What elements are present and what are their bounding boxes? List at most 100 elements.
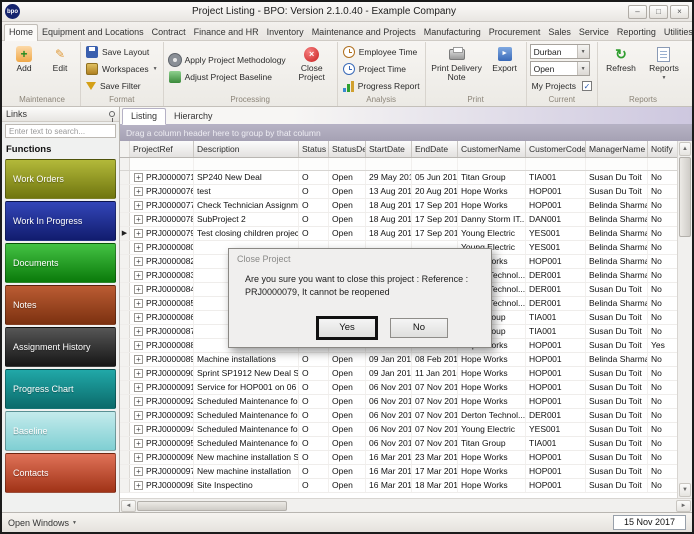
expand-icon[interactable]: + xyxy=(134,215,143,224)
expand-icon[interactable]: + xyxy=(134,425,143,434)
column-header-status[interactable]: Status xyxy=(299,141,329,157)
yes-button[interactable]: Yes xyxy=(318,318,376,338)
expand-icon[interactable]: + xyxy=(134,439,143,448)
no-button[interactable]: No xyxy=(390,318,448,338)
print-delivery-note-button[interactable]: Print Delivery Note xyxy=(429,43,485,94)
scrollbar-thumb[interactable] xyxy=(137,501,287,511)
close-button[interactable]: × xyxy=(670,5,689,19)
open-windows-dropdown[interactable]: Open Windows ▼ xyxy=(8,518,77,528)
close-project-button[interactable]: × Close Project xyxy=(290,43,334,94)
table-row[interactable]: +PRJ0000094Scheduled Maintenance for YE.… xyxy=(120,423,677,437)
ribbon-tab-finance-and-hr[interactable]: Finance and HR xyxy=(190,25,263,40)
apply-project-methodology-button[interactable]: Apply Project Methodology xyxy=(167,53,288,68)
site-dropdown[interactable]: Durban ▼ xyxy=(530,44,590,59)
ribbon-tab-service[interactable]: Service xyxy=(575,25,613,40)
ribbon-tab-manufacturing[interactable]: Manufacturing xyxy=(420,25,485,40)
expand-icon[interactable]: + xyxy=(134,313,143,322)
ribbon-tab-maintenance-and-projects[interactable]: Maintenance and Projects xyxy=(308,25,420,40)
expand-icon[interactable]: + xyxy=(134,481,143,490)
ribbon-tab-procurement[interactable]: Procurement xyxy=(485,25,545,40)
function-baseline[interactable]: Baseline xyxy=(5,411,116,451)
column-header-description[interactable]: Description xyxy=(194,141,299,157)
ribbon-tab-utilities[interactable]: Utilities xyxy=(660,25,694,40)
tab-hierarchy[interactable]: Hierarchy xyxy=(166,109,221,124)
expand-icon[interactable]: + xyxy=(134,411,143,420)
table-row[interactable]: +PRJ0000095Scheduled Maintenance for TIA… xyxy=(120,437,677,451)
function-assignment-history[interactable]: Assignment History xyxy=(5,327,116,367)
column-header-notify[interactable]: Notify xyxy=(648,141,676,157)
expand-icon[interactable]: + xyxy=(134,397,143,406)
table-row[interactable]: +PRJ0000089Machine installationsOOpen09 … xyxy=(120,353,677,367)
expand-icon[interactable]: + xyxy=(134,257,143,266)
table-row[interactable]: +PRJ0000097New machine installationOOpen… xyxy=(120,465,677,479)
employee-time-button[interactable]: Employee Time xyxy=(341,44,422,59)
expand-icon[interactable]: + xyxy=(134,229,143,238)
refresh-button[interactable]: ↻ Refresh xyxy=(601,43,641,94)
table-row[interactable]: +PRJ0000076testOOpen13 Aug 201420 Aug 20… xyxy=(120,185,677,199)
column-header-statusdesc[interactable]: StatusDesc xyxy=(329,141,366,157)
column-header-customercode[interactable]: CustomerCode xyxy=(526,141,586,157)
table-row[interactable]: +PRJ0000078SubProject 2OOpen18 Aug 20141… xyxy=(120,213,677,227)
project-time-button[interactable]: Project Time xyxy=(341,61,422,76)
scroll-down-icon[interactable]: ▼ xyxy=(679,483,691,497)
scroll-up-icon[interactable]: ▲ xyxy=(679,142,691,156)
column-header-projectref[interactable]: ProjectRef xyxy=(130,141,194,157)
table-row[interactable]: +PRJ0000093Scheduled Maintenance for DE.… xyxy=(120,409,677,423)
reports-button[interactable]: Reports ▼ xyxy=(643,43,685,94)
table-row[interactable]: +PRJ0000077Check Technician AssignmentOO… xyxy=(120,199,677,213)
save-filter-button[interactable]: Save Filter xyxy=(84,78,160,93)
edit-button[interactable]: ✎ Edit xyxy=(43,43,77,94)
horizontal-scrollbar[interactable]: ◄ ► xyxy=(120,498,692,512)
expand-icon[interactable]: + xyxy=(134,355,143,364)
status-dropdown[interactable]: Open ▼ xyxy=(530,61,590,76)
filter-cell-end[interactable] xyxy=(412,158,458,170)
scroll-left-icon[interactable]: ◄ xyxy=(121,500,136,512)
pin-icon[interactable] xyxy=(109,111,115,117)
ribbon-tab-equipment-and-locations[interactable]: Equipment and Locations xyxy=(38,25,148,40)
filter-cell-desc[interactable] xyxy=(194,158,299,170)
expand-icon[interactable]: + xyxy=(134,299,143,308)
table-row[interactable]: +PRJ0000096New machine installation SP 1… xyxy=(120,451,677,465)
scroll-right-icon[interactable]: ► xyxy=(676,500,691,512)
filter-cell-start[interactable] xyxy=(366,158,412,170)
filter-cell-notify[interactable] xyxy=(648,158,676,170)
column-header-managername[interactable]: ManagerName xyxy=(586,141,648,157)
my-projects-checkbox[interactable]: My Projects ✓ xyxy=(530,78,594,93)
expand-icon[interactable]: + xyxy=(134,271,143,280)
ribbon-tab-home[interactable]: Home xyxy=(4,24,38,41)
workspaces-button[interactable]: Workspaces ▼ xyxy=(84,61,160,76)
expand-icon[interactable]: + xyxy=(134,341,143,350)
column-header-enddate[interactable]: EndDate xyxy=(412,141,458,157)
filter-cell-custCode[interactable] xyxy=(526,158,586,170)
filter-cell-ref[interactable] xyxy=(130,158,194,170)
table-row[interactable]: +PRJ0000071SP240 New DealOOpen29 May 201… xyxy=(120,171,677,185)
ribbon-tab-reporting[interactable]: Reporting xyxy=(613,25,660,40)
filter-cell-customer[interactable] xyxy=(458,158,526,170)
function-work-in-progress[interactable]: Work In Progress xyxy=(5,201,116,241)
maximize-button[interactable]: □ xyxy=(649,5,668,19)
function-documents[interactable]: Documents xyxy=(5,243,116,283)
function-notes[interactable]: Notes xyxy=(5,285,116,325)
export-button[interactable]: ► Export xyxy=(487,43,523,94)
filter-cell-manager[interactable] xyxy=(586,158,648,170)
table-row[interactable]: ▶+PRJ0000079Test closing children projec… xyxy=(120,227,677,241)
progress-report-button[interactable]: Progress Report xyxy=(341,78,422,93)
add-button[interactable]: + Add xyxy=(7,43,41,94)
adjust-project-baseline-button[interactable]: Adjust Project Baseline xyxy=(167,70,288,85)
vertical-scrollbar[interactable]: ▲ ▼ xyxy=(677,141,692,498)
column-header-startdate[interactable]: StartDate xyxy=(366,141,412,157)
expand-icon[interactable]: + xyxy=(134,467,143,476)
expand-icon[interactable]: + xyxy=(134,383,143,392)
date-field[interactable]: 15 Nov 2017 xyxy=(613,515,686,530)
expand-icon[interactable]: + xyxy=(134,201,143,210)
filter-cell-status[interactable] xyxy=(299,158,329,170)
tab-listing[interactable]: Listing xyxy=(122,108,166,125)
ribbon-tab-contract[interactable]: Contract xyxy=(148,25,190,40)
save-layout-button[interactable]: Save Layout xyxy=(84,44,160,59)
search-input[interactable] xyxy=(5,124,116,138)
expand-icon[interactable]: + xyxy=(134,285,143,294)
table-row[interactable]: +PRJ0000090Sprint SP1912 New Deal SaleOO… xyxy=(120,367,677,381)
column-header-customername[interactable]: CustomerName xyxy=(458,141,526,157)
function-contacts[interactable]: Contacts xyxy=(5,453,116,493)
ribbon-tab-inventory[interactable]: Inventory xyxy=(263,25,308,40)
